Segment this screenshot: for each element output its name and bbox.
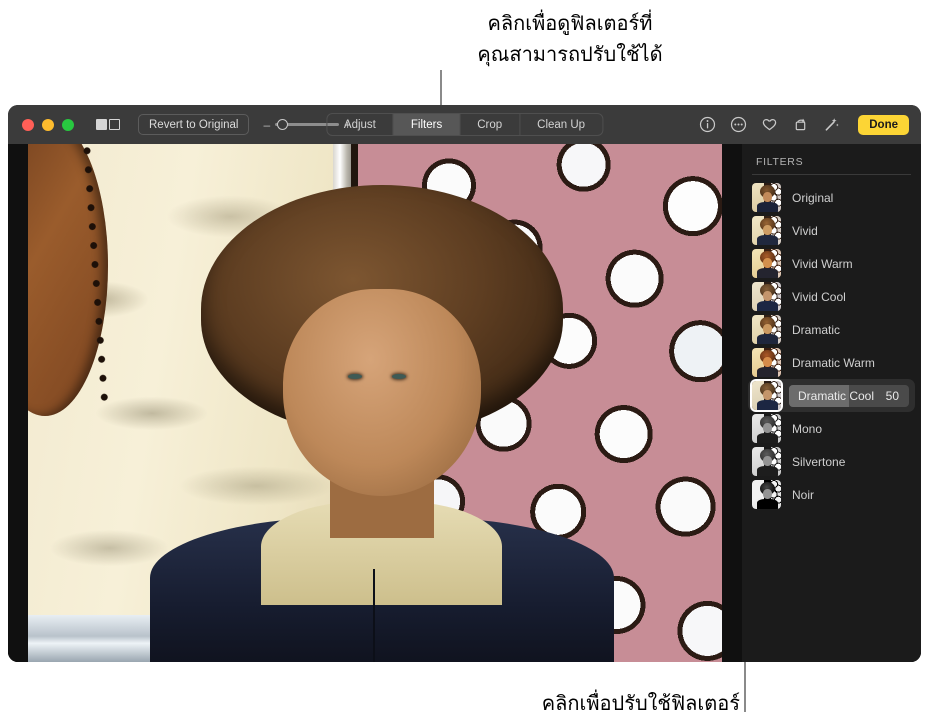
edited-photo[interactable] (28, 144, 722, 662)
tab-filters[interactable]: Filters (393, 114, 461, 135)
rotate-icon[interactable] (792, 116, 809, 133)
filter-row[interactable]: Vivid Cool (742, 280, 921, 313)
filter-thumbnail (752, 249, 781, 278)
filter-row[interactable]: Vivid Warm (742, 247, 921, 280)
toolbar-right-actions: Done (699, 114, 911, 135)
filter-label: Vivid (792, 223, 818, 238)
info-icon[interactable] (699, 116, 716, 133)
filter-thumbnail-tint (752, 282, 781, 311)
more-options-icon[interactable] (730, 116, 747, 133)
callout-top-text: คลิกเพื่อดูฟิลเตอร์ที่ คุณสามารถปรับใช้ไ… (477, 11, 663, 66)
filters-panel-title: FILTERS (756, 156, 804, 168)
auto-enhance-wand-icon[interactable] (823, 116, 840, 133)
filter-row[interactable]: Dramatic Warm (742, 346, 921, 379)
filter-row[interactable]: Mono (742, 412, 921, 445)
filter-label: Dramatic (792, 322, 841, 337)
filter-label: Mono (792, 421, 823, 436)
filter-row[interactable]: Original (742, 181, 921, 214)
split-view-icon[interactable] (96, 119, 120, 130)
editor-content: FILTERS Original Vivid Vivid Warm Vivid Coo… (8, 144, 921, 662)
window-controls (22, 118, 74, 131)
filter-thumbnail (752, 480, 781, 509)
filter-label: Original (792, 190, 834, 205)
tab-adjust[interactable]: Adjust (327, 114, 394, 135)
filter-thumbnail (752, 315, 781, 344)
filter-thumbnail (752, 447, 781, 476)
filter-label: Vivid Warm (792, 256, 853, 271)
filter-thumbnail-tint (752, 381, 781, 410)
filter-row[interactable]: Vivid (742, 214, 921, 247)
filter-intensity-slider[interactable]: Dramatic Cool 50 (789, 384, 909, 407)
filter-label: Silvertone (792, 454, 846, 469)
minimize-button[interactable] (42, 118, 54, 131)
filters-sidebar: FILTERS Original Vivid Vivid Warm Vivid Coo… (742, 144, 921, 662)
filter-label: Vivid Cool (792, 289, 846, 304)
photo-subject-eye-right (391, 373, 406, 380)
filter-thumbnail (752, 282, 781, 311)
filter-label: Dramatic Cool (798, 388, 875, 403)
filter-thumbnail (752, 348, 781, 377)
filters-list: Original Vivid Vivid Warm Vivid Cool Dramati… (742, 181, 921, 511)
filter-thumbnail-tint (752, 249, 781, 278)
filter-thumbnail-tint (752, 315, 781, 344)
filter-row[interactable]: Noir (742, 478, 921, 511)
filter-thumbnail (752, 216, 781, 245)
filter-intensity-value: 50 (885, 388, 899, 403)
split-view-open-square (109, 119, 120, 130)
editor-toolbar: Revert to Original – + Adjust Filters Cr… (8, 105, 921, 144)
photo-subject-face (282, 289, 481, 497)
filter-row[interactable]: Dramatic (742, 313, 921, 346)
favorite-heart-icon[interactable] (761, 116, 778, 133)
done-button[interactable]: Done (858, 114, 909, 135)
callout-bottom-leader-line (744, 662, 746, 712)
tab-clean-up[interactable]: Clean Up (520, 114, 602, 135)
tab-crop[interactable]: Crop (460, 114, 521, 135)
filter-row[interactable]: Dramatic Cool 50 (748, 379, 915, 412)
photo-subject (149, 144, 615, 662)
filter-label: Noir (792, 487, 815, 502)
filter-label: Dramatic Warm (792, 355, 875, 370)
split-view-filled-square (96, 119, 107, 130)
filters-panel-divider (752, 174, 911, 175)
editor-mode-tabs: Adjust Filters Crop Clean Up (325, 113, 604, 136)
photo-canvas[interactable] (8, 144, 742, 662)
revert-to-original-button[interactable]: Revert to Original (138, 114, 250, 135)
zoom-button[interactable] (62, 118, 74, 131)
filter-thumbnail (752, 381, 781, 410)
filter-row[interactable]: Silvertone (742, 445, 921, 478)
filter-thumbnail (752, 414, 781, 443)
photos-editor-window: Revert to Original – + Adjust Filters Cr… (8, 105, 921, 662)
callout-bottom-text: คลิกเพื่อปรับใช้ฟิลเตอร์ (541, 691, 740, 715)
filter-thumbnail (752, 183, 781, 212)
screenshot-root: คลิกเพื่อดูฟิลเตอร์ที่ คุณสามารถปรับใช้ไ… (0, 0, 931, 726)
photo-subject-cord (373, 568, 376, 662)
close-button[interactable] (22, 118, 34, 131)
filter-thumbnail-tint (752, 216, 781, 245)
filter-thumbnail-tint (752, 348, 781, 377)
photo-subject-eye-left (348, 373, 363, 380)
zoom-slider-thumb[interactable] (277, 119, 289, 130)
zoom-out-icon[interactable]: – (263, 119, 270, 131)
